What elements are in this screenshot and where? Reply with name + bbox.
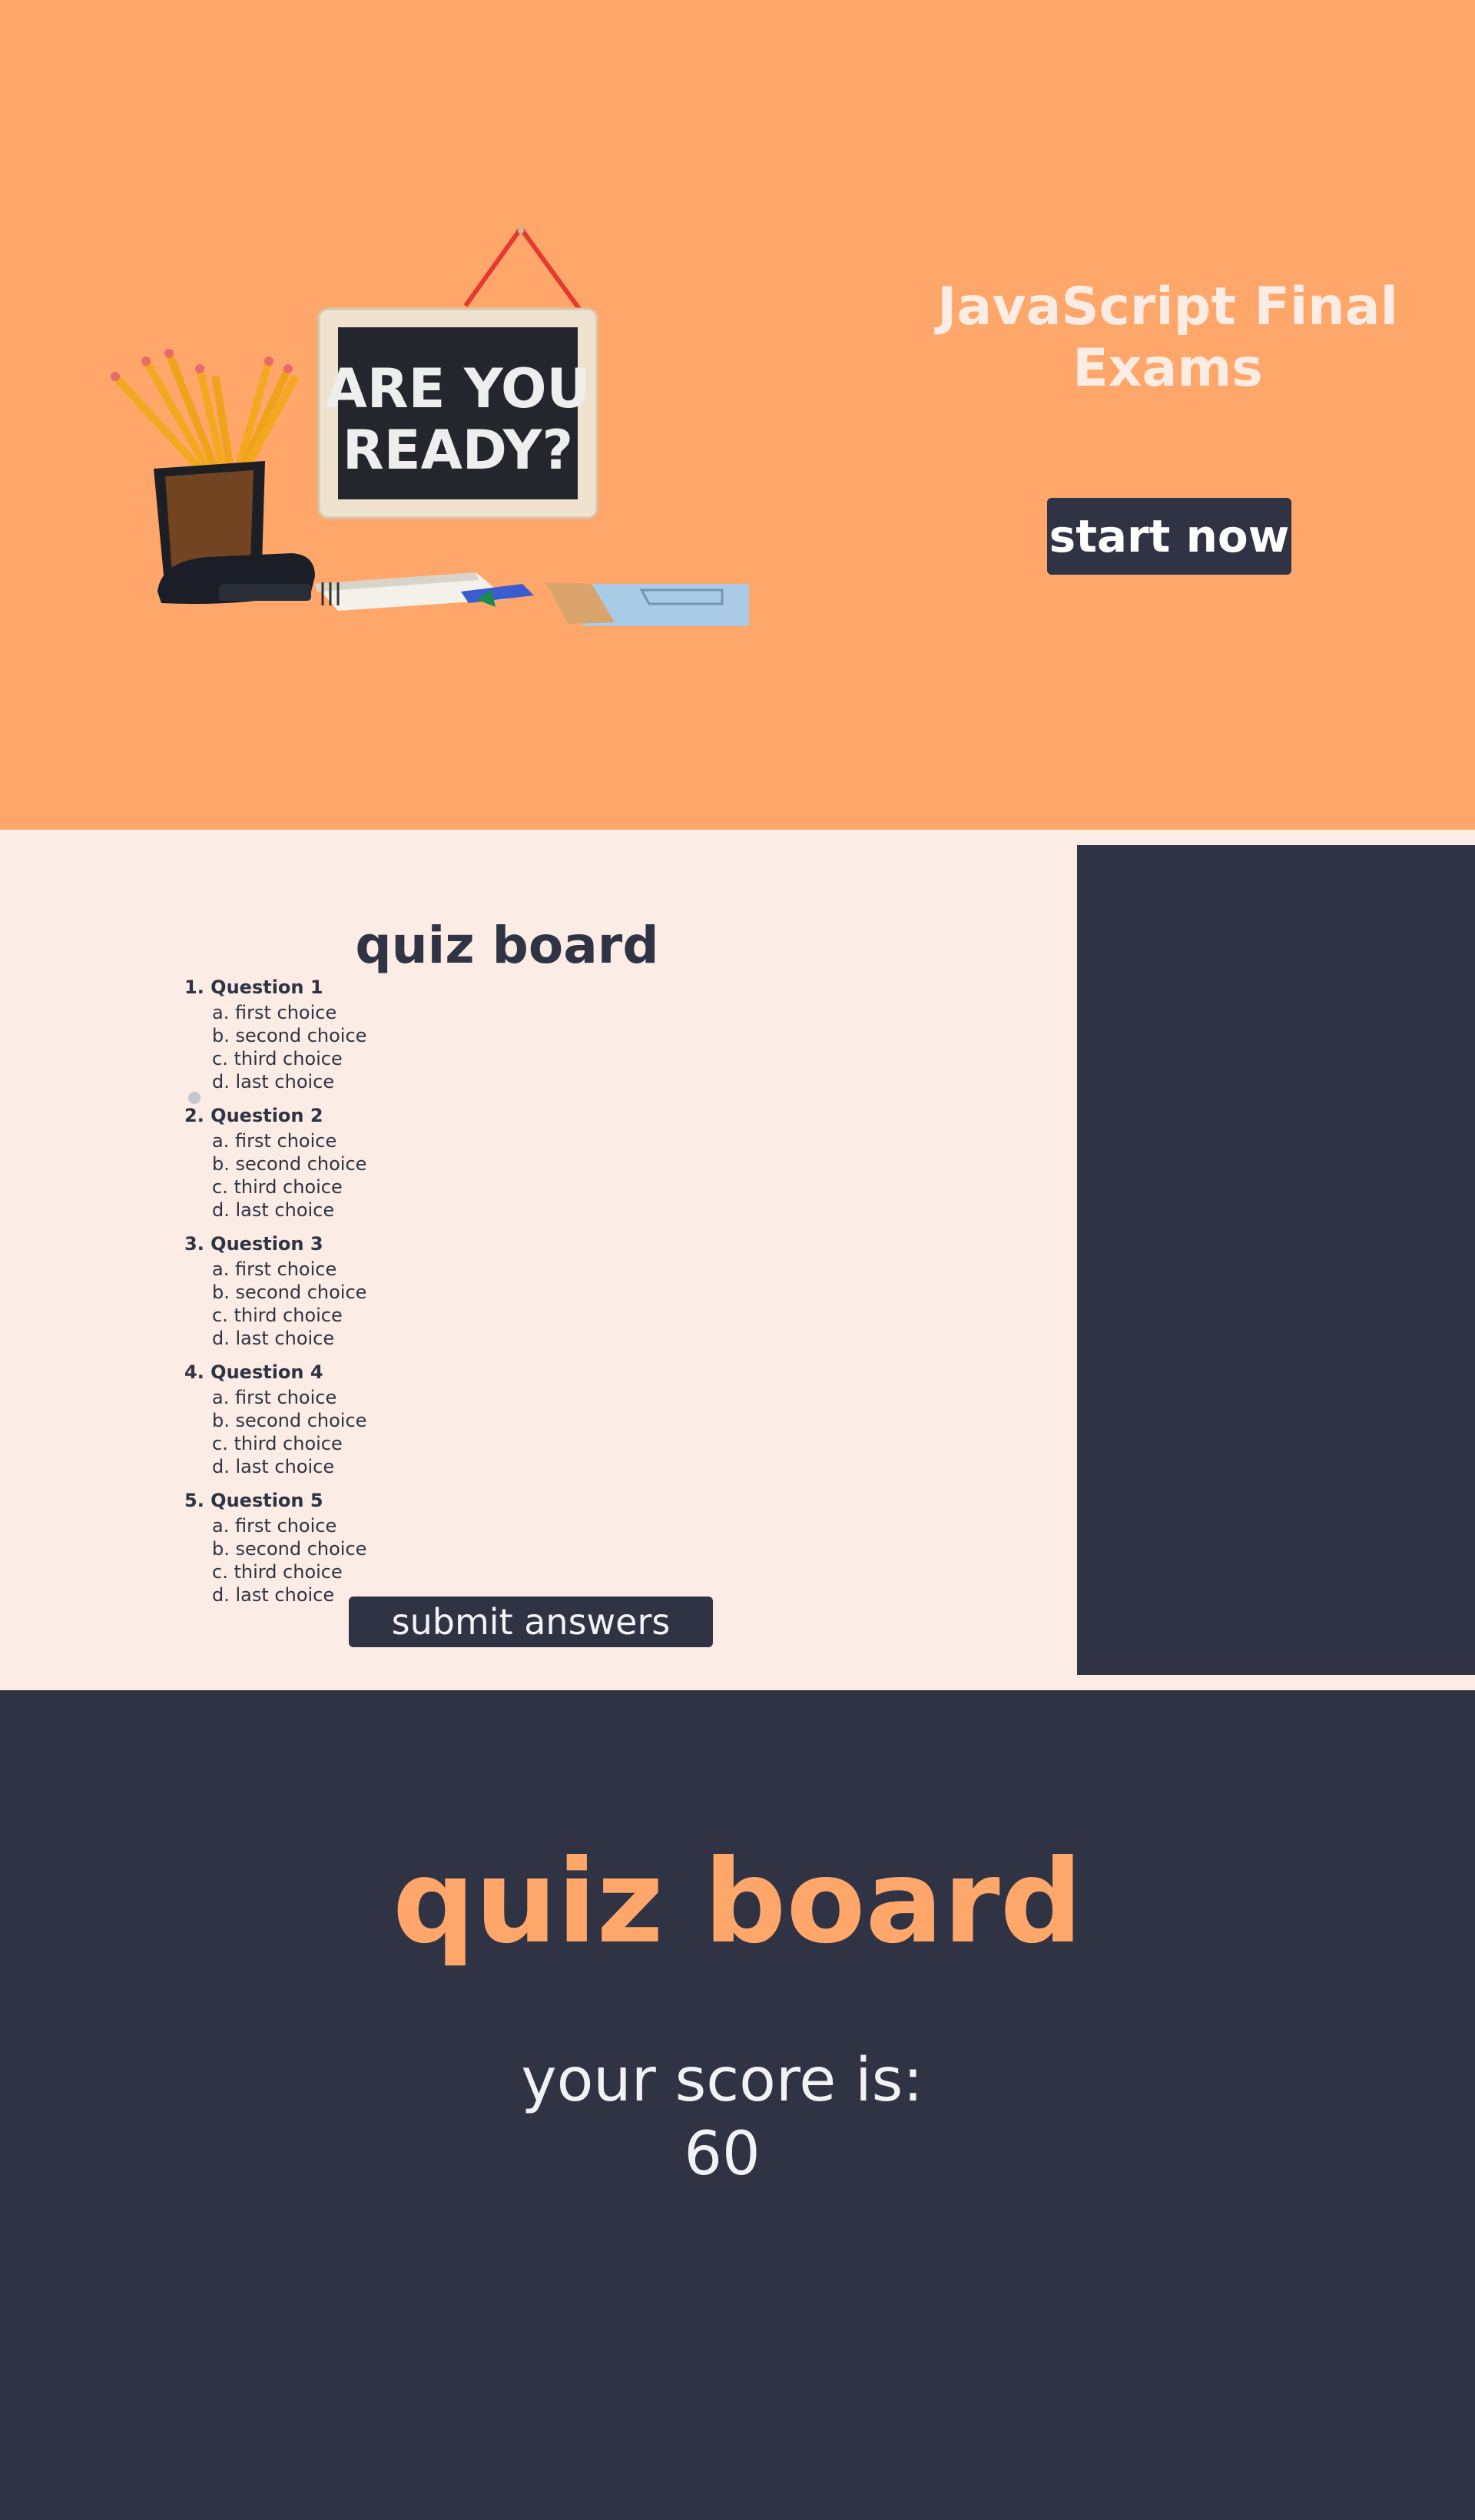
choice-option[interactable]: a. first choice [212, 1514, 722, 1537]
quiz-title: quiz board [355, 915, 659, 975]
choice-option[interactable]: b. second choice [212, 1024, 722, 1047]
question-item: 1. Question 1 a. first choice b. second … [184, 976, 722, 1093]
question-list: 1. Question 1 a. first choice b. second … [184, 976, 722, 1606]
choice-option[interactable]: c. third choice [212, 1560, 722, 1583]
question-spacer [184, 1222, 722, 1232]
choice-option[interactable]: b. second choice [212, 1281, 722, 1304]
question-label: 1. Question 1 [184, 976, 323, 998]
submit-answers-button[interactable]: submit answers [349, 1597, 713, 1647]
score-label: your score is: [521, 2046, 923, 2115]
board-text-line2: READY? [343, 419, 573, 482]
question-item: 3. Question 3 a. first choice b. second … [184, 1232, 722, 1350]
choice-option[interactable]: c. third choice [212, 1432, 722, 1455]
hanger-string [463, 227, 582, 310]
question-label: 3. Question 3 [184, 1233, 323, 1255]
question-spacer [184, 1093, 722, 1104]
choice-option[interactable]: b. second choice [212, 1409, 722, 1432]
choice-option[interactable]: b. second choice [212, 1152, 722, 1175]
choice-option[interactable]: d. last choice [212, 1455, 722, 1478]
choice-option[interactable]: c. third choice [212, 1047, 722, 1070]
choice-option[interactable]: a. first choice [212, 1258, 722, 1281]
exam-illustration: ARE YOU READY? [111, 227, 749, 626]
choice-option[interactable]: a. first choice [212, 1129, 722, 1152]
chalkboard: ARE YOU READY? [317, 307, 598, 519]
question-label: 5. Question 5 [184, 1490, 323, 1511]
side-panel [1077, 845, 1475, 1675]
envelope [545, 582, 749, 626]
question-spacer [184, 1478, 722, 1489]
choice-option[interactable]: b. second choice [212, 1537, 722, 1560]
choice-option[interactable]: a. first choice [212, 1386, 722, 1409]
question-label: 4. Question 4 [184, 1361, 323, 1383]
question-item: 2. Question 2 a. first choice b. second … [184, 1104, 722, 1222]
hero-section: ARE YOU READY? JavaScript Final Exams st… [0, 0, 1475, 830]
choice-option[interactable]: d. last choice [212, 1327, 722, 1350]
choice-option[interactable]: c. third choice [212, 1304, 722, 1327]
quiz-section: quiz board 1. Question 1 a. first choice… [0, 830, 1475, 1690]
notebook [315, 572, 534, 611]
score-value: 60 [684, 2120, 761, 2189]
question-label: 2. Question 2 [184, 1105, 323, 1126]
question-spacer [184, 1350, 722, 1361]
choice-option[interactable]: a. first choice [212, 1001, 722, 1024]
result-title: quiz board [392, 1835, 1083, 1969]
choice-option[interactable]: d. last choice [212, 1199, 722, 1222]
choice-option[interactable]: c. third choice [212, 1175, 722, 1199]
choice-option[interactable]: d. last choice [212, 1070, 722, 1093]
question-item: 5. Question 5 a. first choice b. second … [184, 1489, 722, 1606]
hero-title: JavaScript Final Exams [937, 277, 1398, 399]
result-section: quiz board your score is: 60 [0, 1690, 1475, 2520]
board-text-line1: ARE YOU [326, 357, 591, 420]
start-now-button[interactable]: start now [1047, 498, 1291, 575]
question-item: 4. Question 4 a. first choice b. second … [184, 1361, 722, 1478]
